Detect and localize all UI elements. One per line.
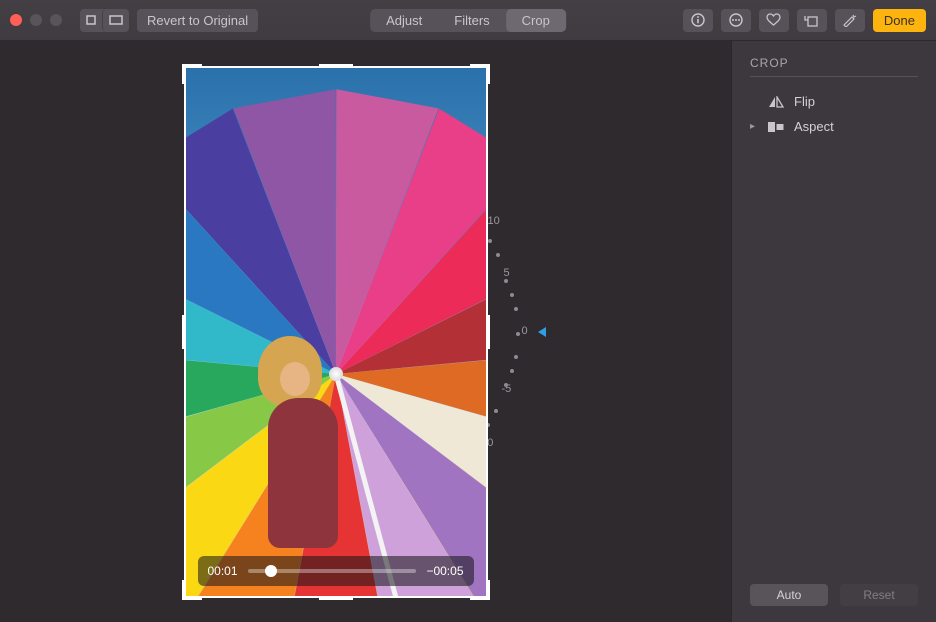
tab-crop[interactable]: Crop xyxy=(506,9,566,32)
video-scrubber[interactable]: 00:01 −00:05 xyxy=(198,556,474,586)
time-remaining: −00:05 xyxy=(426,564,463,578)
crop-handle-left[interactable] xyxy=(182,315,186,349)
favorite-button[interactable] xyxy=(759,9,789,32)
done-label: Done xyxy=(884,13,915,28)
crop-handle-right[interactable] xyxy=(486,315,490,349)
window-controls xyxy=(10,14,62,26)
dial-label: 10 xyxy=(488,215,500,227)
done-button[interactable]: Done xyxy=(873,9,926,32)
flip-row[interactable]: Flip xyxy=(750,89,918,114)
dial-label: -5 xyxy=(502,383,512,395)
sidebar-footer: Auto Reset xyxy=(750,584,918,606)
aspect-icon xyxy=(768,121,784,133)
dial-pointer-icon xyxy=(538,327,546,337)
crop-frame[interactable]: 00:01 −00:05 xyxy=(184,66,488,598)
crop-handle-top[interactable] xyxy=(319,64,353,68)
crop-sidebar: CROP Flip ▸ Aspect Auto Reset xyxy=(731,41,936,622)
time-elapsed: 00:01 xyxy=(208,564,238,578)
zoom-toggle[interactable] xyxy=(80,9,129,32)
info-button[interactable] xyxy=(683,9,713,32)
flip-icon xyxy=(768,96,784,108)
close-window-button[interactable] xyxy=(10,14,22,26)
revert-label: Revert to Original xyxy=(147,13,248,28)
reset-button[interactable]: Reset xyxy=(840,584,918,606)
edit-mode-tabs: Adjust Filters Crop xyxy=(370,9,566,32)
aspect-row[interactable]: ▸ Aspect xyxy=(750,114,918,139)
revert-button[interactable]: Revert to Original xyxy=(137,9,258,32)
aspect-label: Aspect xyxy=(794,119,834,134)
titlebar: Revert to Original Adjust Filters Crop D… xyxy=(0,0,936,41)
rotation-dial[interactable]: 10 5 0 -5 -10 xyxy=(486,207,666,457)
zoom-window-button[interactable] xyxy=(50,14,62,26)
right-tool-cluster: Done xyxy=(683,9,926,32)
scrubber-track[interactable] xyxy=(248,569,417,573)
crop-handle-top-left[interactable] xyxy=(182,64,202,84)
crop-handle-top-right[interactable] xyxy=(470,64,490,84)
more-button[interactable] xyxy=(721,9,751,32)
auto-button[interactable]: Auto xyxy=(750,584,828,606)
rotate-button[interactable] xyxy=(797,9,827,32)
media-preview xyxy=(184,66,488,598)
editing-canvas[interactable]: 10 5 0 -5 -10 xyxy=(0,41,731,622)
flip-label: Flip xyxy=(794,94,815,109)
subject-person xyxy=(250,336,370,566)
sidebar-heading: CROP xyxy=(750,56,918,77)
tab-adjust[interactable]: Adjust xyxy=(370,9,438,32)
zoom-small-icon[interactable] xyxy=(80,9,102,32)
crop-handle-bottom[interactable] xyxy=(319,596,353,600)
dial-label: 5 xyxy=(504,267,510,279)
zoom-large-icon[interactable] xyxy=(102,9,129,32)
scrubber-thumb[interactable] xyxy=(265,565,277,577)
chevron-right-icon: ▸ xyxy=(750,121,758,132)
minimize-window-button[interactable] xyxy=(30,14,42,26)
dial-label: 0 xyxy=(522,325,528,337)
tab-filters[interactable]: Filters xyxy=(438,9,505,32)
auto-enhance-button[interactable] xyxy=(835,9,865,32)
